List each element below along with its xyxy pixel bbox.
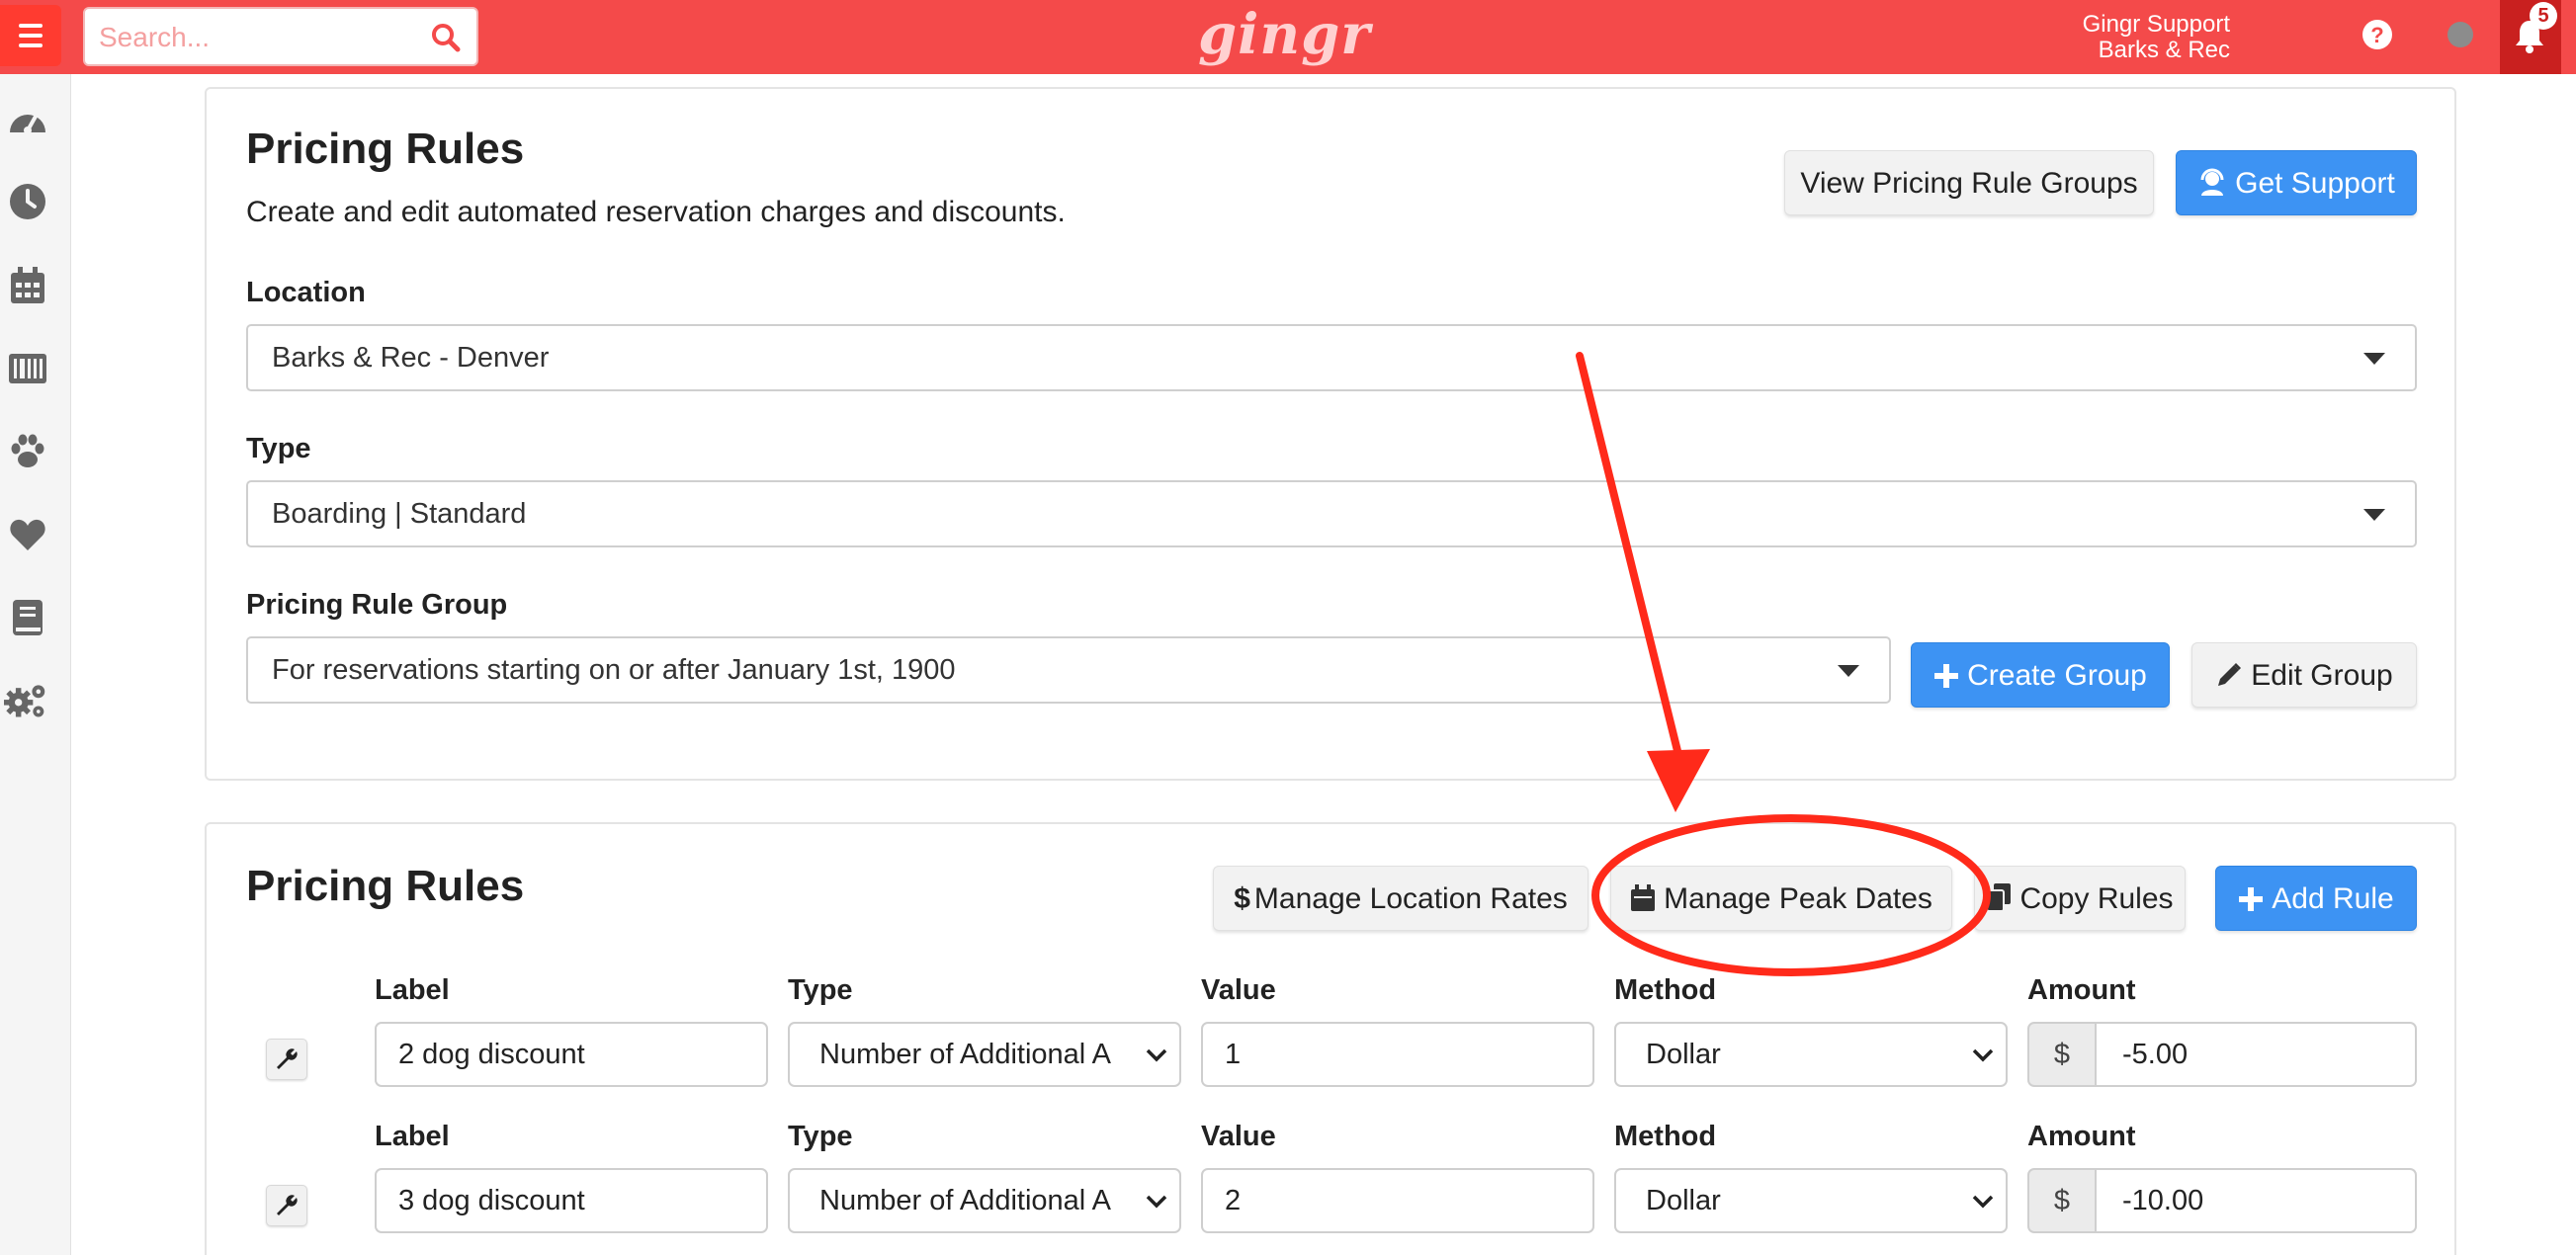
pricing-settings-panel: Pricing Rules Create and edit automated … [205, 87, 2456, 781]
copy-icon [1986, 883, 2012, 912]
plus-icon [1934, 664, 1959, 688]
search-icon[interactable] [431, 23, 461, 57]
notifications-button[interactable]: 5 [2500, 0, 2561, 74]
caret-down-icon [2363, 509, 2385, 521]
location-label: Location [246, 277, 366, 308]
add-rule-button[interactable]: Add Rule [2215, 866, 2417, 931]
rule-label-input[interactable]: 3 dog discount [375, 1168, 768, 1233]
svg-text:?: ? [2370, 23, 2383, 47]
rule-type-select[interactable]: Number of Additional A [788, 1022, 1181, 1087]
pricing-rule-group-label: Pricing Rule Group [246, 589, 508, 621]
dollar-icon: $ [1234, 882, 1250, 915]
manage-peak-dates-button[interactable]: Manage Peak Dates [1610, 866, 1952, 931]
column-label: Label [375, 1121, 450, 1152]
type-label: Type [246, 433, 311, 464]
chevron-down-icon [1972, 1048, 1994, 1062]
chevron-down-icon [1146, 1195, 1167, 1209]
user-org: Barks & Rec [2098, 37, 2230, 63]
rule-amount-input[interactable]: -10.00 [2097, 1168, 2417, 1233]
dashboard-icon[interactable] [6, 98, 49, 141]
copy-rules-button[interactable]: Copy Rules [1974, 866, 2186, 931]
column-amount: Amount [2027, 1121, 2136, 1152]
search-input[interactable] [99, 19, 415, 56]
menu-button[interactable] [0, 5, 61, 66]
pricing-rule-group-select[interactable]: For reservations starting on or after Ja… [246, 636, 1891, 704]
rule-value-input[interactable]: 1 [1201, 1022, 1594, 1087]
calendar-icon[interactable] [6, 264, 49, 307]
paw-icon[interactable] [6, 430, 49, 473]
page-title: Pricing Rules [246, 125, 525, 173]
column-type: Type [788, 1121, 853, 1152]
chevron-down-icon [1972, 1195, 1994, 1209]
heart-icon[interactable] [6, 513, 49, 556]
create-group-button[interactable]: Create Group [1911, 642, 2170, 708]
user-info[interactable]: Gingr Support Barks & Rec [2083, 12, 2230, 63]
settings-icon[interactable] [4, 679, 47, 722]
column-type: Type [788, 974, 853, 1006]
rule-value-input[interactable]: 2 [1201, 1168, 1594, 1233]
rules-section-title: Pricing Rules [246, 862, 525, 910]
edit-rule-button[interactable] [266, 1185, 307, 1226]
page-subtitle: Create and edit automated reservation ch… [246, 196, 1066, 228]
rule-method-select[interactable]: Dollar [1614, 1022, 2008, 1087]
chevron-down-icon [1146, 1048, 1167, 1062]
rule-label-input[interactable]: 2 dog discount [375, 1022, 768, 1087]
status-dot-icon[interactable] [2446, 20, 2475, 54]
plus-icon [2239, 887, 2264, 911]
view-pricing-rule-groups-button[interactable]: View Pricing Rule Groups [1784, 150, 2154, 215]
currency-addon: $ [2027, 1168, 2097, 1233]
pencil-icon [2218, 663, 2242, 686]
pricing-rules-panel: Pricing Rules $ Manage Location Rates Man… [205, 822, 2456, 1255]
gingr-logo[interactable]: gingr [1198, 2, 1371, 67]
user-name: Gingr Support [2082, 11, 2230, 38]
search-box [83, 7, 478, 66]
edit-group-button[interactable]: Edit Group [2191, 642, 2417, 708]
edit-rule-button[interactable] [266, 1039, 307, 1080]
support-agent-icon [2200, 168, 2224, 196]
wrench-icon [277, 1195, 298, 1215]
caret-down-icon [1838, 665, 1859, 677]
menu-icon [19, 24, 43, 28]
clock-icon[interactable] [6, 180, 49, 223]
currency-addon: $ [2027, 1022, 2097, 1087]
rule-method-select[interactable]: Dollar [1614, 1168, 2008, 1233]
sidebar [0, 74, 71, 1255]
barcode-icon[interactable] [6, 347, 49, 390]
help-icon[interactable]: ? [2361, 18, 2394, 56]
type-select[interactable]: Boarding | Standard [246, 480, 2417, 547]
book-icon[interactable] [6, 596, 49, 639]
get-support-button[interactable]: Get Support [2176, 150, 2417, 215]
column-amount: Amount [2027, 974, 2136, 1006]
notification-count: 5 [2530, 2, 2557, 30]
caret-down-icon [2363, 353, 2385, 365]
calendar-icon [1631, 884, 1656, 911]
rule-type-select[interactable]: Number of Additional A [788, 1168, 1181, 1233]
column-label: Label [375, 974, 450, 1006]
top-bar: gingr Gingr Support Barks & Rec ? [0, 0, 2576, 74]
rule-amount-input[interactable]: -5.00 [2097, 1022, 2417, 1087]
column-value: Value [1201, 974, 1276, 1006]
column-value: Value [1201, 1121, 1276, 1152]
column-method: Method [1614, 974, 1717, 1006]
wrench-icon [277, 1048, 298, 1069]
column-method: Method [1614, 1121, 1717, 1152]
manage-location-rates-button[interactable]: $ Manage Location Rates [1213, 866, 1589, 931]
location-select[interactable]: Barks & Rec - Denver [246, 324, 2417, 391]
